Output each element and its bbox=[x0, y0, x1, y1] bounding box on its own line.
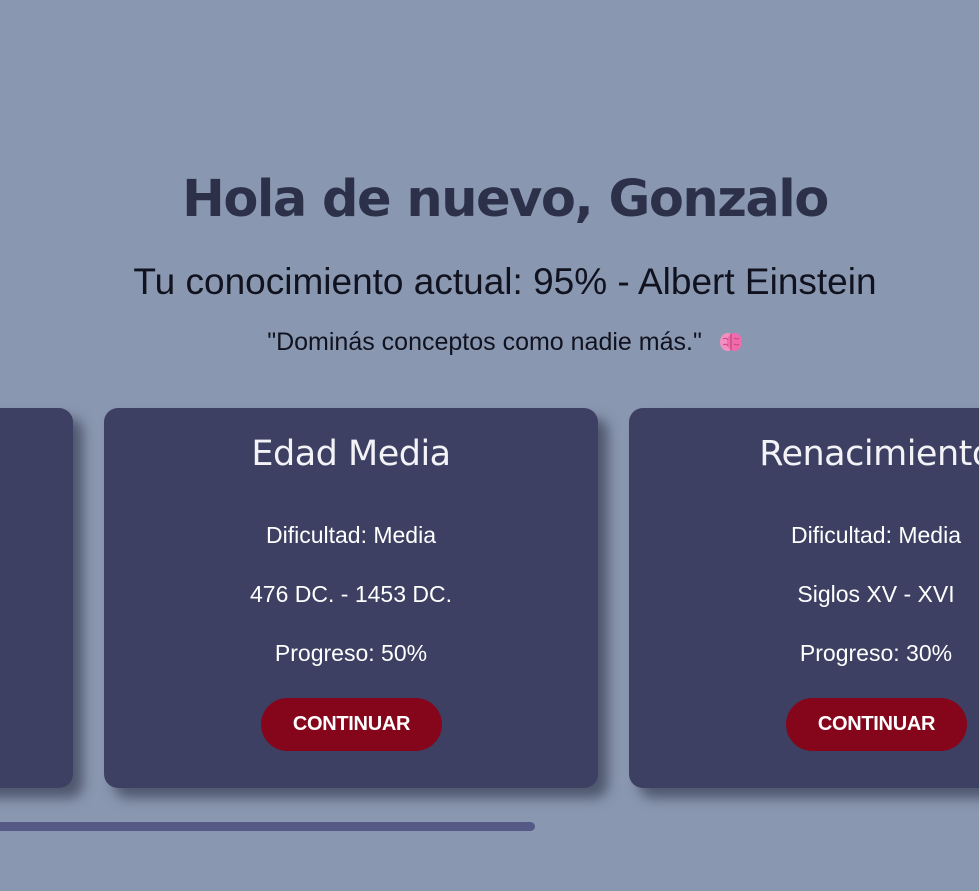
module-card-previous[interactable] bbox=[0, 408, 73, 788]
quote-line: "Dominás conceptos como nadie más." bbox=[0, 328, 979, 357]
card-progress: Progreso: 50% bbox=[274, 640, 428, 666]
knowledge-level: Tu conocimiento actual: 95% - Albert Ein… bbox=[133, 261, 877, 302]
card-difficulty: Dificultad: Media bbox=[265, 522, 437, 548]
carousel-scrollbar[interactable] bbox=[0, 822, 979, 831]
continue-button[interactable]: CONTINUAR bbox=[261, 698, 442, 751]
continue-button[interactable]: CONTINUAR bbox=[786, 698, 967, 751]
scrollbar-thumb[interactable] bbox=[0, 822, 535, 831]
quote-text: "Dominás conceptos como nadie más." bbox=[267, 328, 702, 356]
greeting-heading: Hola de nuevo, Gonzalo bbox=[182, 170, 829, 229]
card-difficulty: Dificultad: Media bbox=[790, 522, 962, 548]
module-carousel[interactable]: Edad Media Dificultad: Media 476 DC. - 1… bbox=[0, 408, 979, 808]
module-card-renacimiento: Renacimiento Dificultad: Media Siglos XV… bbox=[629, 408, 979, 788]
card-period: Siglos XV - XVI bbox=[797, 581, 955, 607]
brain-icon bbox=[719, 331, 743, 353]
module-card-edad-media: Edad Media Dificultad: Media 476 DC. - 1… bbox=[104, 408, 598, 788]
card-progress: Progreso: 30% bbox=[799, 640, 953, 666]
card-title: Renacimiento bbox=[759, 434, 979, 474]
card-period: 476 DC. - 1453 DC. bbox=[250, 581, 452, 607]
dashboard-page: Hola de nuevo, Gonzalo Tu conocimiento a… bbox=[0, 0, 979, 891]
card-title: Edad Media bbox=[251, 434, 451, 474]
